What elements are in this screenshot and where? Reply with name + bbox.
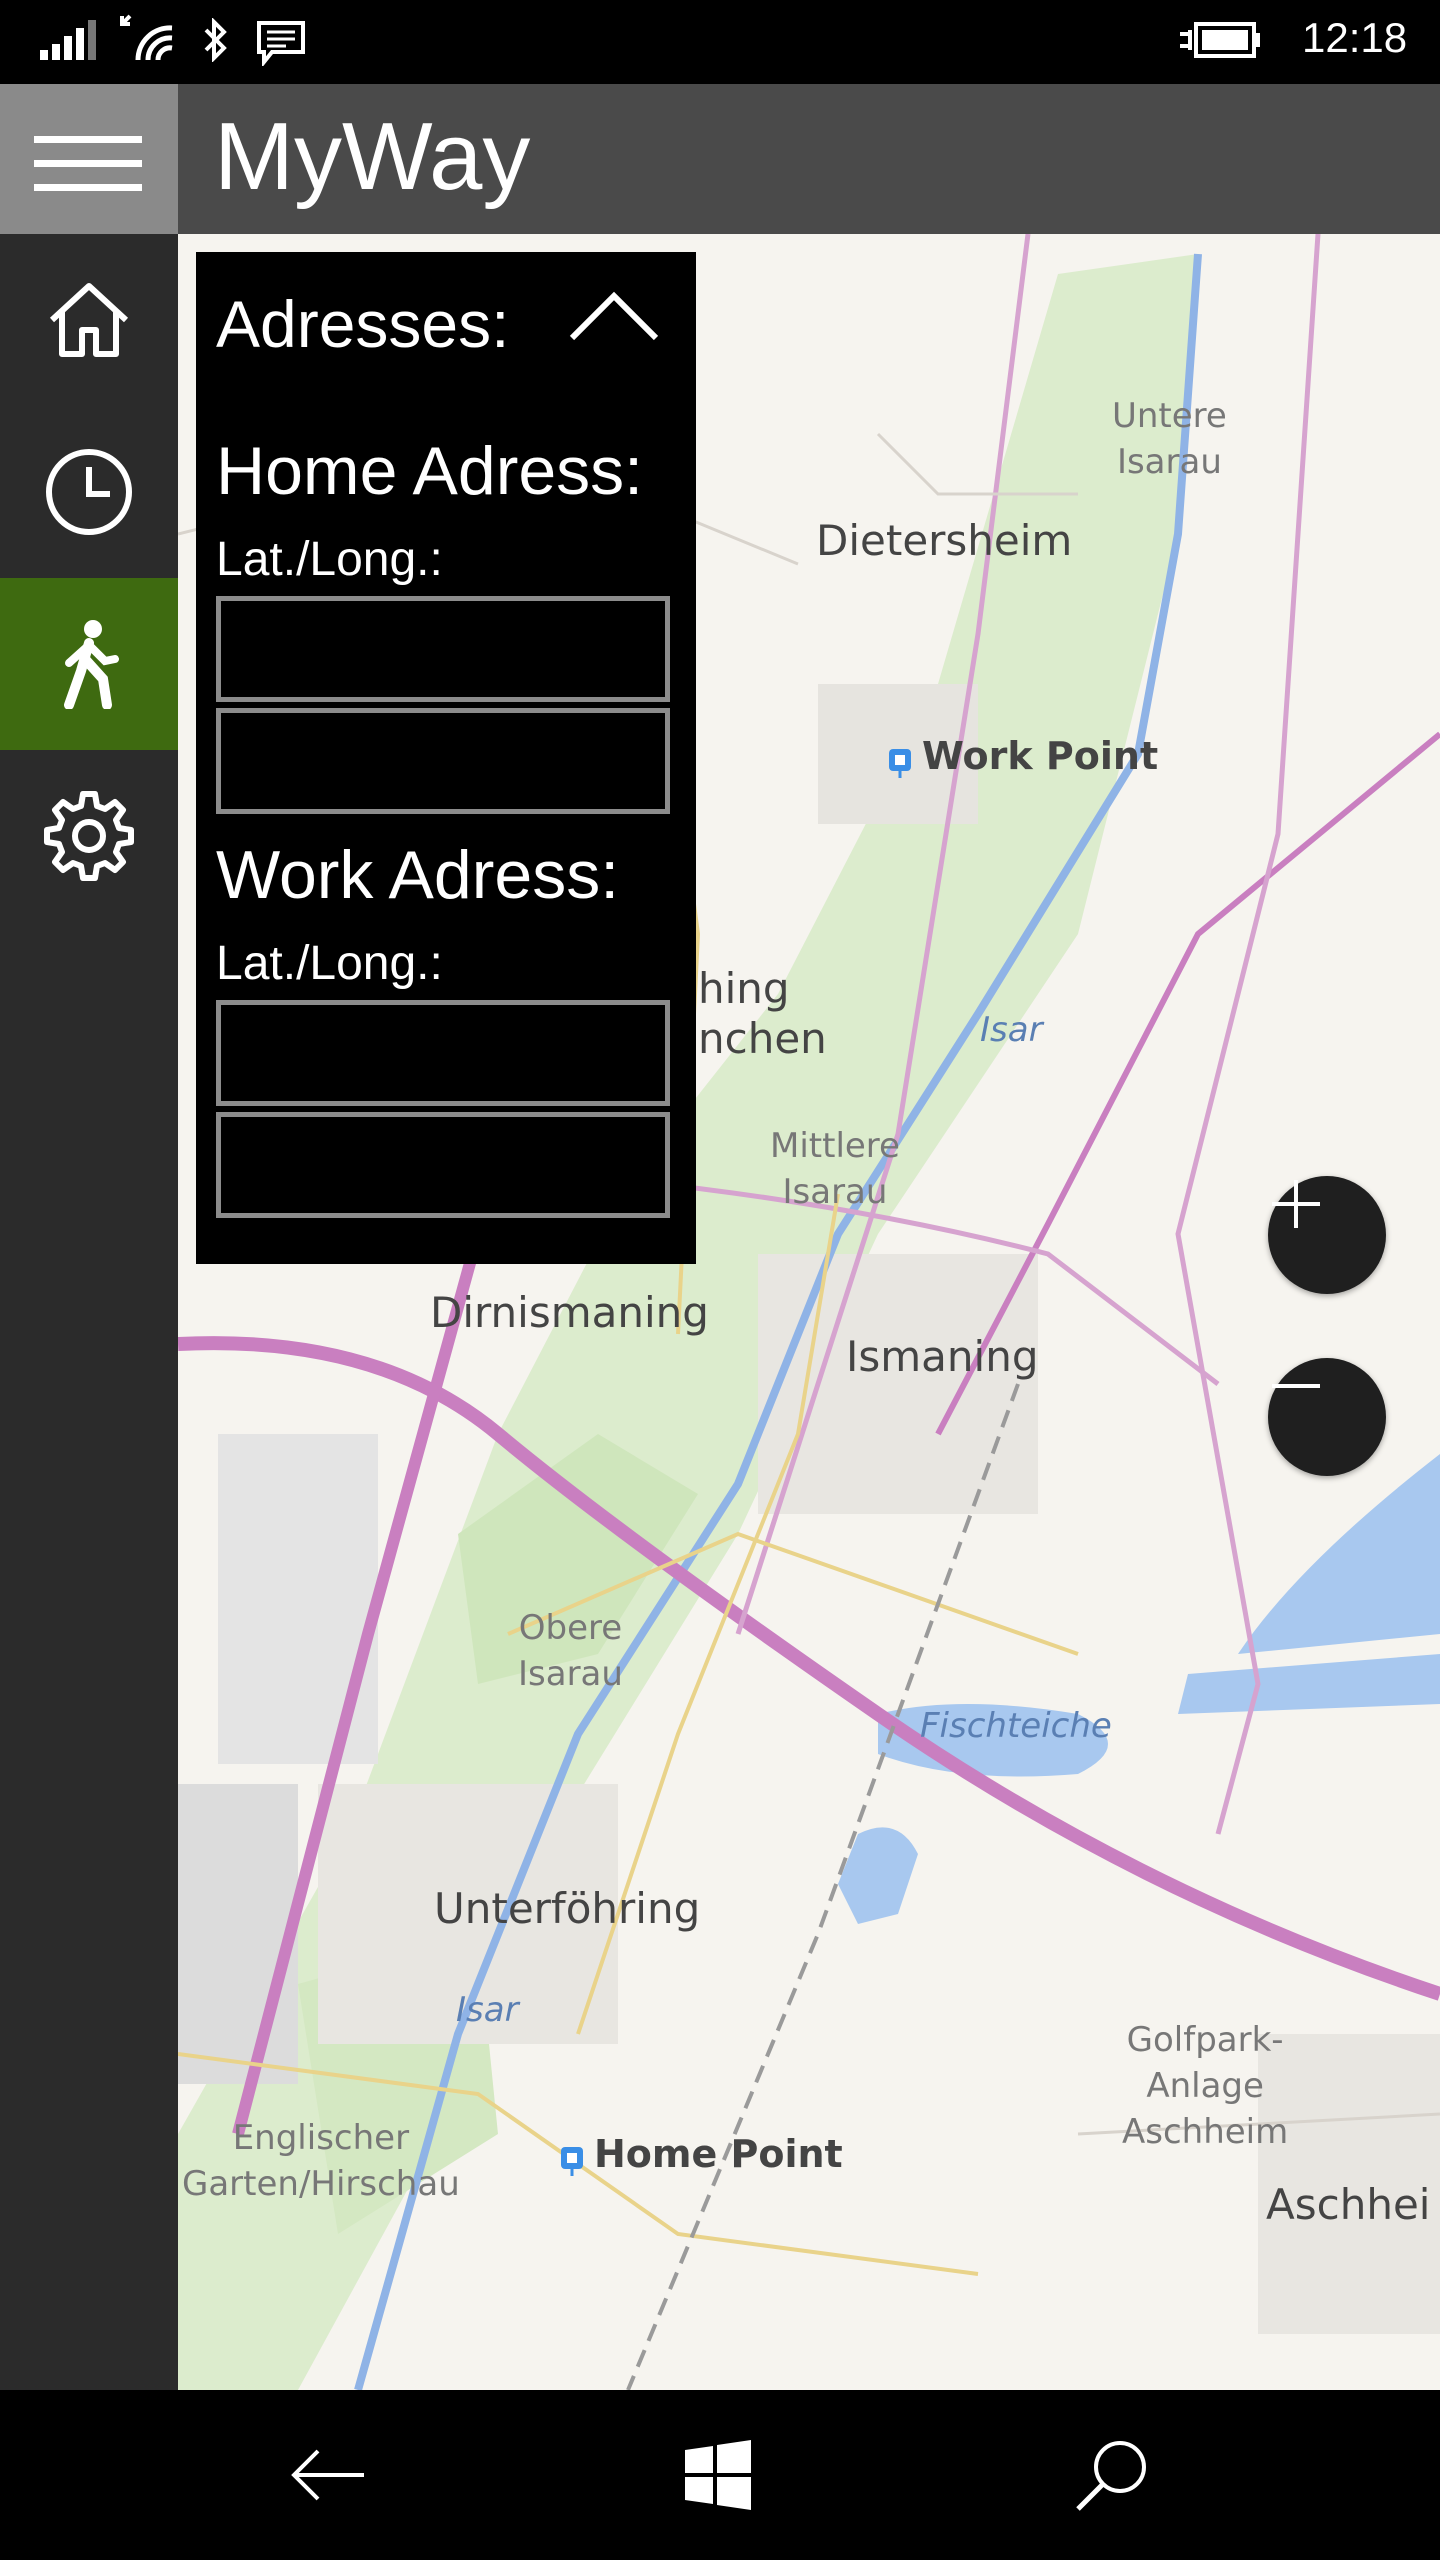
- home-point-label[interactable]: Home Point: [594, 2132, 843, 2176]
- map-label-area: Golfpark- Anlage Aschheim: [1122, 2020, 1289, 2152]
- home-icon: [49, 283, 129, 357]
- windows-logo-icon: [685, 2440, 751, 2510]
- start-button[interactable]: [668, 2425, 768, 2525]
- hamburger-line: [34, 160, 142, 167]
- map-label-town: Ismaning: [846, 1332, 1039, 1381]
- urban-area: [758, 1254, 1038, 1514]
- status-bar: 12:18: [0, 0, 1440, 84]
- gear-icon: [44, 791, 134, 881]
- clock-time: 12:18: [1302, 14, 1408, 61]
- system-nav-bar: [0, 2390, 1440, 2560]
- lake: [1238, 1454, 1440, 1654]
- home-lat-input[interactable]: [216, 596, 670, 702]
- urban-area: [178, 1784, 298, 2084]
- address-panel: Adresses: Home Adress: Lat./Long.: Work …: [196, 252, 696, 1264]
- collapse-chevron-up-icon[interactable]: [564, 280, 664, 350]
- map-label-town: Dietersheim: [816, 516, 1073, 565]
- app-title: MyWay: [214, 103, 531, 210]
- urban-area: [218, 1434, 378, 1764]
- map-label-area: Mittlere Isarau: [770, 1126, 900, 1212]
- nav-item-history[interactable]: [0, 406, 178, 578]
- map-label-area: Obere Isarau: [518, 1608, 623, 1694]
- map-label-area: Untere Isarau: [1112, 396, 1227, 482]
- map-label-partial: nchen: [698, 1014, 827, 1063]
- home-point-pin-icon[interactable]: [560, 2146, 584, 2176]
- search-button[interactable]: [1062, 2425, 1162, 2525]
- battery-charging-icon: [1180, 22, 1260, 58]
- search-icon: [1076, 2441, 1146, 2511]
- zoom-out-button[interactable]: [1268, 1358, 1386, 1476]
- panel-title: Adresses:: [216, 287, 510, 361]
- work-lat-input[interactable]: [216, 1000, 670, 1106]
- title-bar: MyWay: [0, 84, 1440, 234]
- home-long-input[interactable]: [216, 708, 670, 814]
- map-label-town: Unterföhring: [434, 1884, 701, 1933]
- map-label-water: Fischteiche: [920, 1706, 1112, 1746]
- nav-item-settings[interactable]: [0, 750, 178, 922]
- work-coord-label: Lat./Long.:: [216, 937, 443, 990]
- home-coord-label: Lat./Long.:: [216, 533, 443, 586]
- home-address-title: Home Adress:: [216, 433, 644, 509]
- message-icon: [257, 21, 305, 66]
- zoom-in-button[interactable]: [1268, 1176, 1386, 1294]
- work-address-title: Work Adress:: [216, 837, 620, 913]
- map-label-partial: hing: [698, 964, 790, 1013]
- nav-item-home[interactable]: [0, 234, 178, 406]
- clock-icon: [46, 449, 132, 535]
- back-arrow-icon: [291, 2449, 364, 2501]
- map-label-town: Dirnismaning: [430, 1288, 709, 1337]
- work-long-input[interactable]: [216, 1112, 670, 1218]
- map-label-water: Isar: [456, 1990, 519, 2030]
- work-point-pin-icon[interactable]: [888, 748, 912, 778]
- nav-item-walk[interactable]: [0, 578, 178, 750]
- work-point-label[interactable]: Work Point: [922, 734, 1158, 778]
- back-button[interactable]: [278, 2425, 378, 2525]
- map-label-area: Englischer Garten/Hirschau: [182, 2118, 460, 2204]
- minus-icon: [1272, 1384, 1320, 1388]
- hamburger-line: [34, 136, 142, 143]
- nav-rail: [0, 234, 178, 2390]
- map-label-town: Aschhei: [1266, 2180, 1431, 2229]
- signal-strength-icon: [40, 20, 96, 60]
- bluetooth-icon: [204, 18, 227, 62]
- map-label-water: Isar: [980, 1010, 1043, 1050]
- hamburger-line: [34, 184, 142, 191]
- lake: [1178, 1654, 1440, 1714]
- walk-icon: [64, 620, 119, 709]
- plus-icon: [1272, 1180, 1320, 1228]
- wifi-icon: [120, 14, 173, 61]
- hamburger-menu-button[interactable]: [0, 84, 178, 234]
